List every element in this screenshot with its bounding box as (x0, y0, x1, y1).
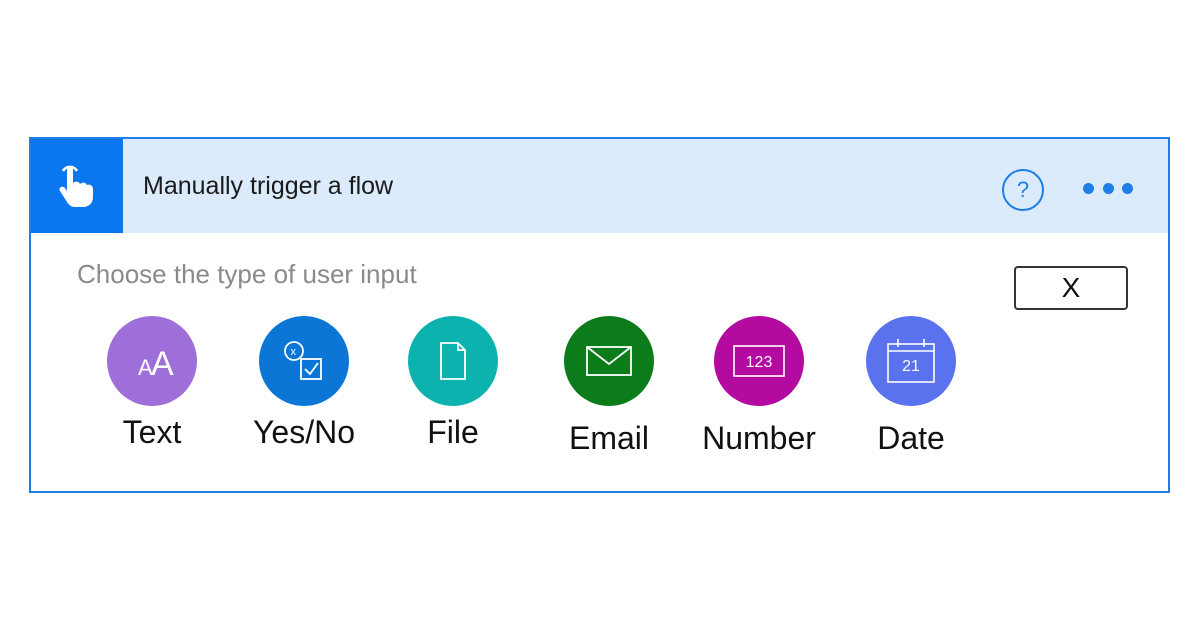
file-icon (440, 342, 466, 380)
help-button[interactable]: ? (1002, 169, 1044, 211)
input-option-date[interactable]: 21 Date (831, 316, 991, 457)
input-option-email[interactable]: Email (529, 316, 689, 457)
file-option-circle (408, 316, 498, 406)
option-label: Date (877, 420, 945, 456)
number-icon: 123 (733, 345, 785, 377)
input-option-text[interactable]: A A Text (72, 316, 232, 451)
option-label: Email (568, 420, 649, 456)
calendar-icon: 21 (887, 339, 935, 383)
number-option-circle: 123 (714, 316, 804, 406)
option-label: File (427, 414, 479, 450)
ellipsis-icon (1083, 182, 1094, 194)
card-header: Manually trigger a flow ? (31, 139, 1168, 233)
input-option-yes-no[interactable]: x Yes/No (224, 316, 384, 451)
svg-text:A: A (151, 345, 174, 383)
yes-no-option-circle: x (259, 316, 349, 406)
text-aa-icon: A A (138, 345, 174, 383)
ellipsis-icon (1122, 182, 1133, 194)
trigger-card: Manually trigger a flow ? Choose the typ… (29, 137, 1170, 493)
option-label: Number (702, 420, 816, 456)
number-glyph: 123 (746, 354, 773, 371)
text-option-circle: A A (107, 316, 197, 406)
flow-title: Manually trigger a flow (143, 172, 394, 200)
trigger-tile (31, 139, 123, 233)
yes-no-checkbox-icon: x (284, 341, 322, 380)
close-button[interactable]: X (1014, 266, 1128, 310)
date-option-circle: 21 (866, 316, 956, 406)
input-option-number[interactable]: 123 Number (679, 316, 839, 457)
envelope-icon (586, 346, 632, 376)
more-options-button[interactable] (1083, 177, 1133, 199)
email-option-circle (564, 316, 654, 406)
input-type-prompt: Choose the type of user input (77, 259, 417, 289)
help-icon: ? (1016, 177, 1030, 202)
hand-pointer-icon (59, 165, 93, 207)
date-glyph: 21 (902, 358, 920, 375)
input-option-file[interactable]: File (373, 316, 533, 451)
option-label: Text (122, 414, 182, 450)
ellipsis-icon (1102, 182, 1114, 194)
option-label: Yes/No (253, 414, 355, 450)
close-icon: X (1061, 272, 1081, 303)
svg-text:x: x (291, 346, 297, 358)
